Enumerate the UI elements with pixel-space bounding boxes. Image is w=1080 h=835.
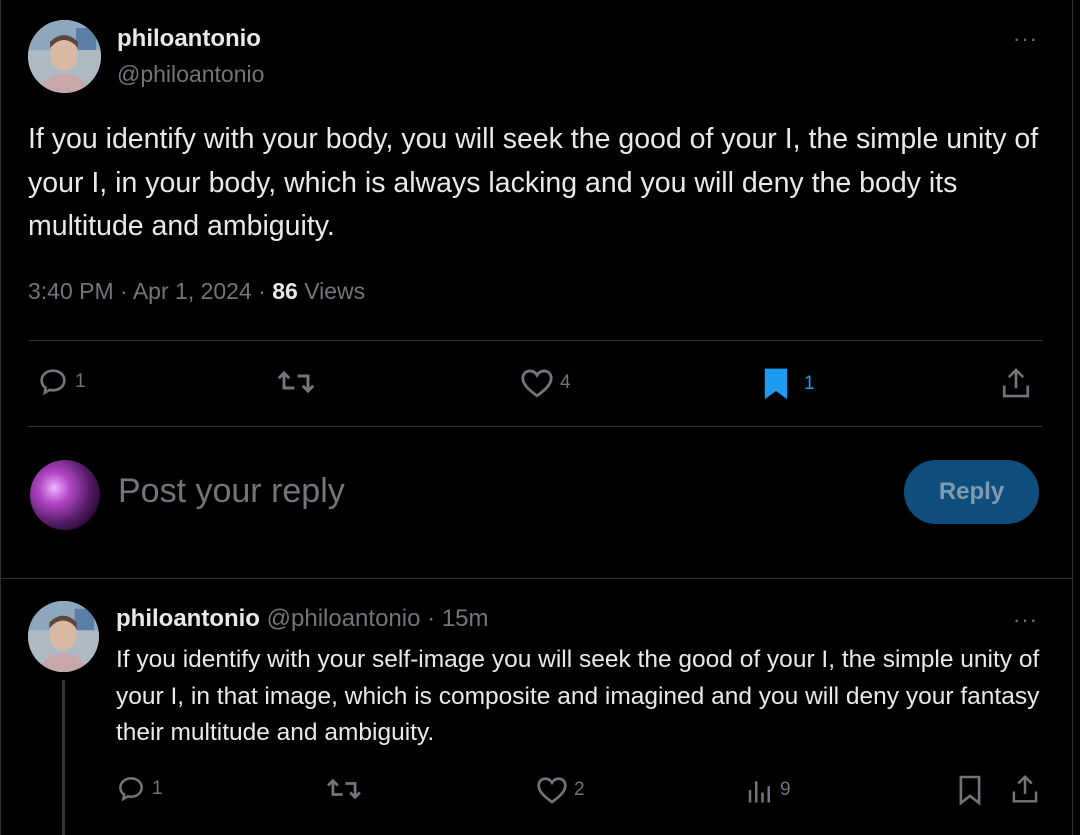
reply-repost-button[interactable]	[326, 775, 362, 803]
analytics-icon	[748, 781, 770, 803]
divider	[28, 340, 1042, 341]
meta-separator: ·	[120, 278, 128, 304]
reply-views-count: 9	[780, 779, 791, 800]
bookmark-count: 1	[804, 373, 815, 394]
repost-icon	[327, 778, 361, 800]
reply-action-button[interactable]: 1	[37, 366, 86, 398]
meta-separator: ·	[427, 605, 436, 632]
reply-time[interactable]: 15m	[442, 605, 489, 632]
divider	[28, 426, 1042, 427]
post-date[interactable]: Apr 1, 2024	[133, 278, 252, 304]
comment-icon	[40, 369, 66, 396]
bookmark-filled-icon	[764, 368, 788, 400]
more-options-button[interactable]: ···	[1013, 26, 1038, 52]
reply-author-handle[interactable]: @philoantonio	[267, 605, 421, 632]
reply-views-button[interactable]: 9	[746, 775, 791, 805]
heart-icon	[537, 777, 567, 804]
post-time[interactable]: 3:40 PM	[28, 278, 114, 304]
like-action-button[interactable]: 4	[520, 367, 571, 399]
left-border	[0, 0, 1, 835]
share-icon	[1002, 368, 1030, 398]
reply-more-options-button[interactable]: ···	[1013, 607, 1038, 633]
reply-author-avatar[interactable]	[28, 601, 99, 672]
like-count: 4	[560, 372, 571, 393]
profile-photo-icon	[28, 20, 101, 93]
bookmark-icon	[959, 775, 981, 806]
right-border	[1072, 0, 1073, 835]
reply-share-button[interactable]	[1010, 773, 1040, 805]
reply-header: philoantonio @philoantonio · 15m	[116, 605, 488, 633]
repost-icon	[277, 370, 315, 394]
views-label: Views	[304, 278, 366, 304]
meta-separator: ·	[258, 278, 266, 304]
reply-button[interactable]: Reply	[904, 460, 1039, 524]
share-action-button[interactable]	[1000, 366, 1032, 400]
reply-comment-button[interactable]: 1	[116, 774, 163, 804]
reply-like-count: 2	[574, 779, 585, 800]
reply-like-button[interactable]: 2	[536, 775, 585, 805]
reply-comment-count: 1	[152, 778, 163, 799]
repost-action-button[interactable]	[276, 367, 316, 397]
reply-count: 1	[75, 371, 86, 392]
profile-photo-icon	[28, 601, 99, 672]
post-meta: 3:40 PM · Apr 1, 2024 · 86 Views	[28, 278, 365, 305]
views-count: 86	[272, 278, 298, 304]
author-display-name[interactable]: philoantonio	[117, 25, 261, 53]
comment-icon	[119, 777, 143, 802]
reply-input[interactable]: Post your reply	[118, 472, 345, 511]
reply-bookmark-button[interactable]	[957, 774, 983, 806]
divider	[0, 578, 1073, 579]
reply-text: If you identify with your self-image you…	[116, 646, 1040, 746]
reply-author-name[interactable]: philoantonio	[116, 605, 260, 632]
author-avatar[interactable]	[28, 20, 101, 93]
current-user-avatar[interactable]	[30, 460, 100, 530]
heart-icon	[521, 369, 553, 398]
bookmark-action-button[interactable]: 1	[762, 367, 815, 401]
post-text: If you identify with your body, you will…	[28, 123, 1039, 242]
share-icon	[1012, 774, 1038, 803]
thread-line	[62, 680, 65, 835]
author-handle[interactable]: @philoantonio	[117, 61, 264, 88]
